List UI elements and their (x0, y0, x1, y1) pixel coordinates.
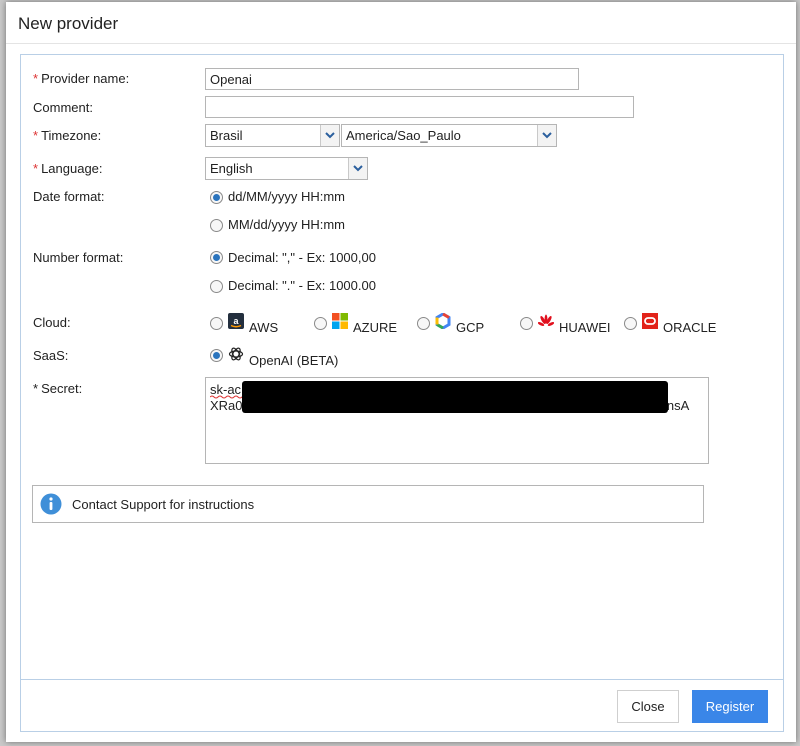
required-mark: * (33, 381, 39, 396)
chevron-down-icon[interactable] (537, 125, 556, 146)
cloud-radio-aws[interactable] (210, 317, 223, 330)
provider-name-label-text: Provider name: (41, 71, 130, 86)
required-mark: * (33, 161, 39, 176)
openai-icon (228, 346, 244, 362)
cloud-radio-huawei[interactable] (520, 317, 533, 330)
secret-label: * Secret: (33, 381, 82, 396)
azure-icon (332, 313, 348, 329)
comment-label: Comment: (33, 100, 93, 115)
timezone-region-select[interactable]: Brasil (205, 124, 340, 147)
chevron-down-icon[interactable] (348, 158, 367, 179)
number-format-label: Number format: (33, 250, 124, 265)
secret-line-2-start: XRa0f (210, 398, 247, 413)
language-select[interactable]: English (205, 157, 368, 180)
cloud-label: Cloud: (33, 315, 71, 330)
date-format-label: Date format: (33, 189, 105, 204)
oracle-icon (642, 313, 658, 329)
required-mark: * (33, 128, 39, 143)
chevron-down-icon[interactable] (320, 125, 339, 146)
huawei-icon (537, 313, 555, 329)
date-format-radio-2[interactable] (210, 219, 223, 232)
number-format-radio-2[interactable] (210, 280, 223, 293)
secret-textarea[interactable]: sk-ac XRa0f lnsA (205, 377, 709, 464)
timezone-region-value: Brasil (210, 128, 243, 143)
info-box: Contact Support for instructions (32, 485, 704, 523)
date-format-option-1: dd/MM/yyyy HH:mm (228, 189, 345, 204)
required-mark: * (33, 71, 39, 86)
cloud-radio-oracle[interactable] (624, 317, 637, 330)
timezone-label-text: Timezone: (41, 128, 102, 143)
language-label-text: Language: (41, 161, 103, 176)
provider-name-label: * Provider name: (33, 71, 129, 86)
cloud-option-gcp: GCP (456, 320, 485, 335)
dialog-title: New provider (18, 14, 119, 33)
form-panel: *Provider name: Comment: *Timezone: Bras… (20, 54, 784, 732)
secret-redaction (242, 381, 668, 413)
timezone-label: * Timezone: (33, 128, 101, 143)
cloud-option-oracle: ORACLE (663, 320, 717, 335)
gcp-icon (435, 312, 451, 330)
cloud-option-aws: AWS (249, 320, 279, 335)
info-icon (40, 493, 62, 518)
number-format-radio-1[interactable] (210, 251, 223, 264)
language-value: English (210, 161, 253, 176)
saas-option-openai: OpenAI (BETA) (249, 353, 339, 368)
aws-icon: a (228, 313, 244, 329)
new-provider-dialog: New provider *Provider name: Comment: *T… (6, 2, 796, 742)
cloud-radio-azure[interactable] (314, 317, 327, 330)
date-format-option-2: MM/dd/yyyy HH:mm (228, 217, 345, 232)
language-label: * Language: (33, 161, 103, 176)
cloud-radio-gcp[interactable] (417, 317, 430, 330)
saas-label: SaaS: (33, 348, 69, 363)
title-divider (6, 43, 796, 44)
timezone-zone-select[interactable]: America/Sao_Paulo (341, 124, 557, 147)
saas-radio-openai[interactable] (210, 349, 223, 362)
footer-divider (21, 679, 783, 680)
close-button[interactable]: Close (617, 690, 679, 723)
provider-name-input[interactable] (205, 68, 579, 90)
number-format-option-2: Decimal: "." - Ex: 1000.00 (228, 278, 376, 293)
date-format-radio-1[interactable] (210, 191, 223, 204)
cloud-option-huawei: HUAWEI (559, 320, 611, 335)
register-button[interactable]: Register (692, 690, 768, 723)
number-format-option-1: Decimal: "," - Ex: 1000,00 (228, 250, 376, 265)
secret-label-text: Secret: (41, 381, 83, 396)
comment-input[interactable] (205, 96, 634, 118)
info-text: Contact Support for instructions (72, 497, 255, 512)
timezone-zone-value: America/Sao_Paulo (346, 128, 461, 143)
cloud-option-azure: AZURE (353, 320, 398, 335)
